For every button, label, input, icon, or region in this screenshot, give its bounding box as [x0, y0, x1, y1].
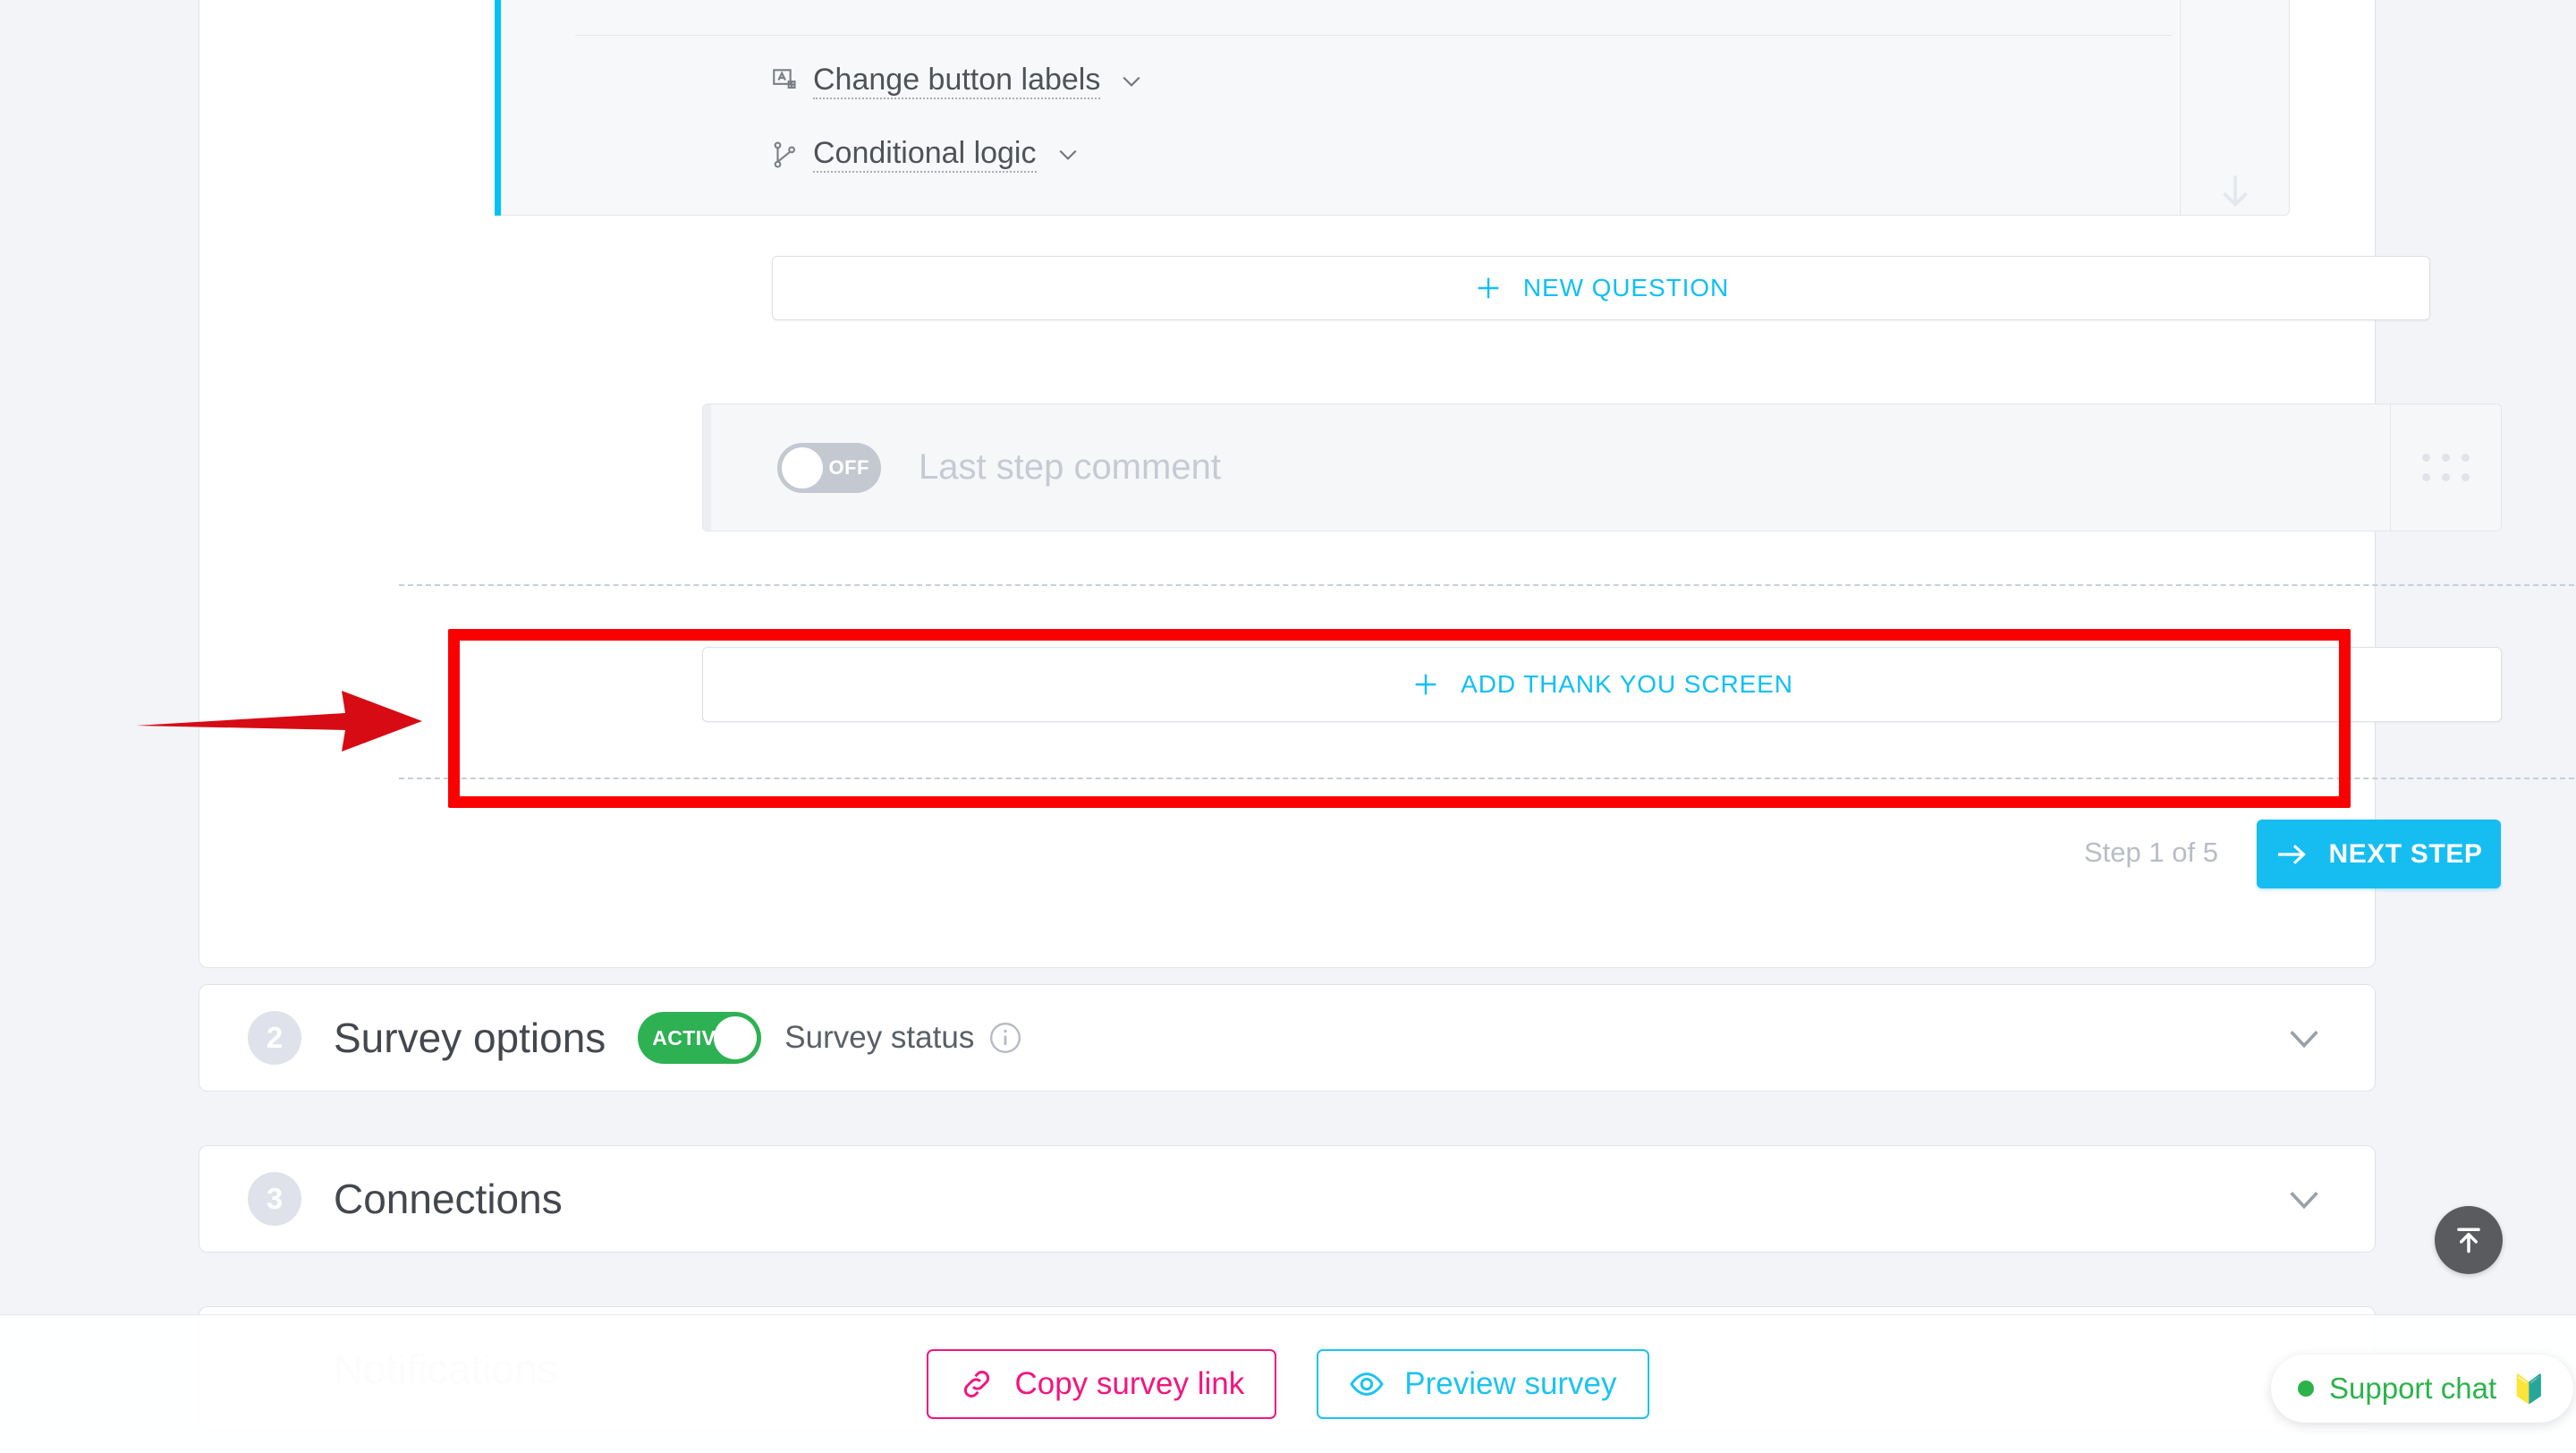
info-icon[interactable] [988, 1021, 1022, 1055]
survey-builder-page: Change button labels Conditional logic N… [0, 0, 2576, 1453]
scroll-to-top-button[interactable] [2435, 1206, 2503, 1274]
toggle-knob [714, 1016, 758, 1059]
chevron-down-icon[interactable] [2284, 1178, 2325, 1219]
branch-logic-icon [774, 141, 795, 168]
comment-row-rail [703, 404, 711, 531]
arrow-down-icon [2222, 175, 2248, 208]
new-question-label: NEW QUESTION [1522, 274, 1730, 302]
question-block-divider [575, 35, 2172, 36]
chevron-down-icon[interactable] [2284, 1017, 2325, 1058]
last-step-comment-placeholder: Last step comment [919, 447, 1221, 487]
change-button-labels-link[interactable]: Change button labels [770, 62, 1145, 101]
section-number-badge: 2 [248, 1011, 301, 1065]
next-step-label: NEXT STEP [2328, 838, 2483, 869]
section-card-survey-options[interactable]: 2 Survey options ACTIVE Survey status [199, 984, 2376, 1092]
section-card-connections[interactable]: 3 Connections [199, 1145, 2376, 1253]
question-block [501, 0, 2290, 216]
question-side-column [2180, 0, 2289, 215]
drag-dots-icon[interactable] [2390, 404, 2501, 531]
conditional-logic-link[interactable]: Conditional logic [770, 135, 1081, 174]
section-title: Connections [334, 1176, 563, 1222]
link-icon [964, 1371, 990, 1398]
copy-survey-link-label: Copy survey link [1014, 1366, 1245, 1401]
plus-icon [1478, 277, 1499, 299]
plus-icon [1415, 674, 1436, 695]
survey-status-label: Survey status [784, 1020, 975, 1055]
toggle-state-label: OFF [828, 455, 869, 479]
add-thank-you-screen-button[interactable]: ADD THANK YOU SCREEN [702, 647, 2502, 722]
arrow-up-to-bar-icon [2457, 1228, 2480, 1253]
text-box-plus-icon [773, 69, 796, 89]
change-button-labels-label: Change button labels [813, 64, 1101, 99]
add-thank-you-screen-label: ADD THANK YOU SCREEN [1461, 670, 1793, 698]
last-step-comment-row: OFF Last step comment [702, 404, 2502, 531]
thank-you-zone-divider-bottom [399, 777, 2574, 779]
support-chat-button[interactable]: Support chat 🔰 [2271, 1355, 2573, 1423]
section-title: Survey options [334, 1015, 606, 1061]
support-chat-label: Support chat [2329, 1372, 2497, 1405]
step-indicator: Step 1 of 5 [2084, 837, 2218, 868]
section-number-badge: 3 [248, 1172, 301, 1226]
preview-survey-button[interactable]: Preview survey [1317, 1349, 1649, 1419]
bottom-action-bar: Copy survey link Preview survey [0, 1314, 2576, 1453]
arrow-right-icon [2278, 844, 2307, 864]
last-step-comment-toggle[interactable]: OFF [777, 442, 881, 493]
chevron-down-icon[interactable] [1055, 141, 1081, 168]
copy-survey-link-button[interactable]: Copy survey link [927, 1349, 1277, 1419]
new-question-button[interactable]: NEW QUESTION [772, 256, 2430, 320]
conditional-logic-label: Conditional logic [813, 138, 1037, 173]
preview-survey-label: Preview survey [1404, 1366, 1617, 1401]
chevron-down-icon[interactable] [1118, 68, 1145, 95]
eye-icon [1350, 1372, 1384, 1396]
survey-status-toggle[interactable]: ACTIVE [638, 1012, 762, 1064]
toggle-knob [782, 446, 823, 489]
next-step-button[interactable]: NEXT STEP [2257, 820, 2501, 888]
online-status-dot [2298, 1381, 2314, 1397]
thank-you-zone-divider-top [399, 584, 2574, 586]
beginner-badge-emoji: 🔰 [2512, 1372, 2546, 1405]
survey-builder-card: Change button labels Conditional logic N… [199, 0, 2574, 968]
